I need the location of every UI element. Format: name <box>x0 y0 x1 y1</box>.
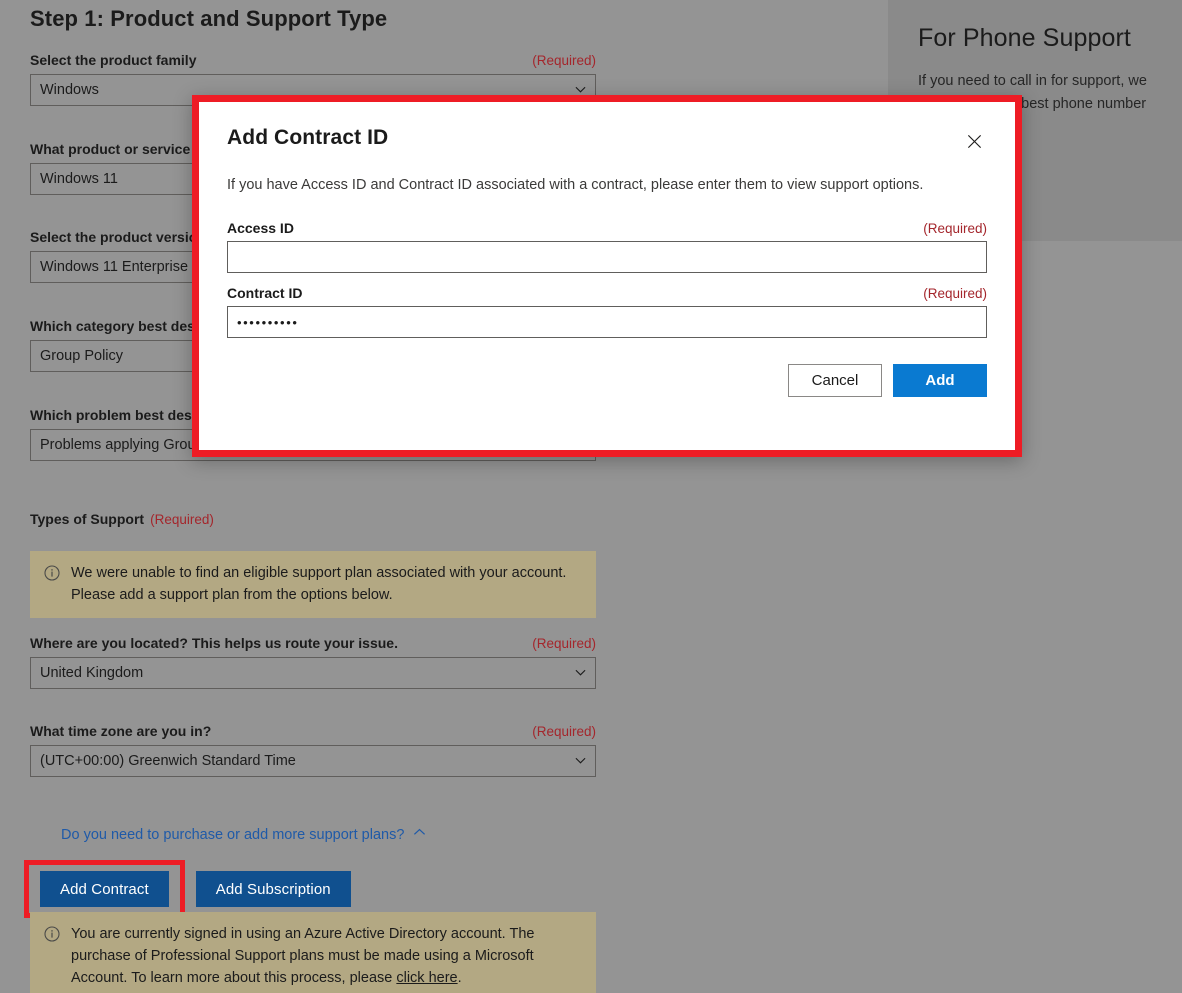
purchase-plans-expander[interactable]: Do you need to purchase or add more supp… <box>61 826 426 843</box>
contract-id-field-group: Contract ID (Required) <box>227 285 987 338</box>
required-tag: (Required) <box>532 636 596 651</box>
field-location: Where are you located? This helps us rou… <box>30 635 596 689</box>
dialog-title: Add Contract ID <box>227 126 388 150</box>
chevron-down-icon <box>575 84 586 95</box>
page-title: Step 1: Product and Support Type <box>30 6 387 32</box>
click-here-link[interactable]: click here <box>396 970 457 986</box>
notice-text: We were unable to find an eligible suppo… <box>71 562 582 606</box>
add-contract-dialog-highlight: Add Contract ID If you have Access ID an… <box>192 95 1022 457</box>
timezone-select[interactable]: (UTC+00:00) Greenwich Standard Time <box>30 745 596 777</box>
required-tag: (Required) <box>532 53 596 68</box>
select-value: Windows 11 Enterprise <box>40 259 188 275</box>
info-icon <box>44 926 60 942</box>
contract-id-label: Contract ID <box>227 285 302 301</box>
access-id-field-group: Access ID (Required) <box>227 220 987 273</box>
cancel-button[interactable]: Cancel <box>788 364 882 397</box>
select-value: Group Policy <box>40 348 123 364</box>
page-root: For Phone Support If you need to call in… <box>0 0 1182 993</box>
field-label-row: Select the product family (Required) <box>30 52 596 68</box>
add-button[interactable]: Add <box>893 364 987 397</box>
field-label-row: Access ID (Required) <box>227 220 987 236</box>
chevron-down-icon <box>575 755 586 766</box>
field-label: Where are you located? This helps us rou… <box>30 635 398 651</box>
required-tag: (Required) <box>150 512 214 527</box>
required-tag: (Required) <box>923 221 987 236</box>
field-label-row: Contract ID (Required) <box>227 285 987 301</box>
field-label: Select the product family <box>30 52 196 68</box>
contract-id-input[interactable] <box>227 306 987 338</box>
dialog-header: Add Contract ID <box>227 126 987 154</box>
required-tag: (Required) <box>923 286 987 301</box>
add-contract-dialog: Add Contract ID If you have Access ID an… <box>199 102 1015 450</box>
dialog-description: If you have Access ID and Contract ID as… <box>227 175 987 196</box>
add-subscription-button[interactable]: Add Subscription <box>196 871 351 907</box>
access-id-label: Access ID <box>227 220 294 236</box>
select-value: Windows <box>40 82 99 98</box>
add-contract-button[interactable]: Add Contract <box>40 871 169 907</box>
footer-notice-after: . <box>458 970 462 986</box>
add-contract-highlight: Add Contract <box>24 860 185 918</box>
field-label-row: Where are you located? This helps us rou… <box>30 635 596 651</box>
info-icon <box>44 565 60 581</box>
types-of-support-label: Types of Support (Required) <box>30 511 214 527</box>
azure-ad-account-notice: You are currently signed in using an Azu… <box>30 912 596 993</box>
types-of-support-title: Types of Support <box>30 511 144 527</box>
location-select[interactable]: United Kingdom <box>30 657 596 689</box>
chevron-down-icon <box>575 667 586 678</box>
field-timezone: What time zone are you in? (Required) (U… <box>30 723 596 777</box>
select-value: United Kingdom <box>40 665 143 681</box>
required-tag: (Required) <box>532 724 596 739</box>
chevron-up-icon <box>413 826 426 843</box>
select-value: Windows 11 <box>40 171 118 187</box>
no-support-plan-notice: We were unable to find an eligible suppo… <box>30 551 596 618</box>
field-label-row: What time zone are you in? (Required) <box>30 723 596 739</box>
plan-action-buttons: Add Contract Add Subscription <box>24 860 351 918</box>
phone-support-title: For Phone Support <box>918 22 1152 54</box>
footer-notice-text: You are currently signed in using an Azu… <box>71 923 582 989</box>
field-label: Select the product version <box>30 229 206 245</box>
footer-notice-before: You are currently signed in using an Azu… <box>71 926 534 986</box>
expander-label: Do you need to purchase or add more supp… <box>61 827 404 843</box>
dialog-actions: Cancel Add <box>227 364 987 397</box>
field-label: What time zone are you in? <box>30 723 211 739</box>
close-icon[interactable] <box>961 128 987 154</box>
access-id-input[interactable] <box>227 241 987 273</box>
select-value: (UTC+00:00) Greenwich Standard Time <box>40 753 296 769</box>
